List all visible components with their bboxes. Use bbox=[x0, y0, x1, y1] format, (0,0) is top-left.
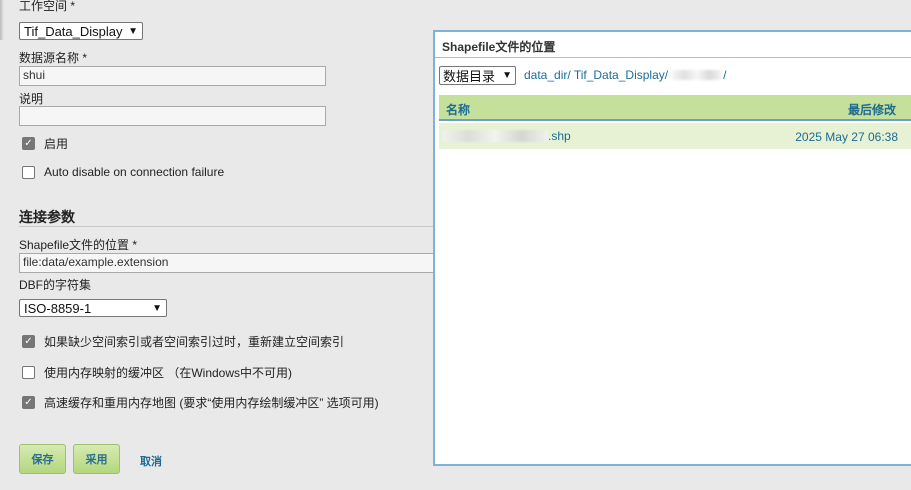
description-label: 说明 bbox=[19, 92, 44, 106]
dbf-charset-value: ISO-8859-1 bbox=[24, 300, 92, 316]
apply-button[interactable]: 采用 bbox=[73, 444, 120, 474]
redacted-file-name bbox=[442, 130, 548, 142]
auto-disable-label: Auto disable on connection failure bbox=[44, 165, 225, 179]
save-button[interactable]: 保存 bbox=[19, 444, 66, 474]
dialog-title: Shapefile文件的位置 bbox=[442, 40, 556, 54]
shapefile-location-input[interactable]: file:data/example.extension bbox=[19, 253, 440, 273]
rebuild-index-checkbox[interactable]: ✓ bbox=[22, 335, 35, 348]
cache-memory-maps-checkbox[interactable]: ✓ bbox=[22, 396, 35, 409]
section-divider bbox=[19, 226, 440, 227]
datasource-name-input[interactable]: shui bbox=[19, 66, 326, 86]
breadcrumb: data_dir/ Tif_Data_Display/ / bbox=[524, 68, 726, 82]
dbf-charset-label: DBF的字符集 bbox=[19, 278, 92, 292]
description-input[interactable] bbox=[19, 106, 326, 126]
rebuild-index-row: ✓ 如果缺少空间索引或者空间索引过时，重新建立空间索引 bbox=[22, 333, 344, 350]
file-modified-date: 2025 May 27 06:38 bbox=[795, 130, 898, 144]
root-directory-value: 数据目录 bbox=[443, 69, 496, 84]
shapefile-location-label: Shapefile文件的位置 * bbox=[19, 238, 138, 252]
enabled-label: 启用 bbox=[44, 137, 69, 151]
cancel-link[interactable]: 取消 bbox=[140, 453, 162, 469]
breadcrumb-trailing-separator: / bbox=[723, 68, 727, 82]
table-row[interactable]: .shp 2025 May 27 06:38 bbox=[439, 123, 911, 149]
datastore-form: 工作空间 * Tif_Data_Display ▼ 数据源名称 * shui 说… bbox=[0, 0, 440, 490]
enabled-checkbox[interactable]: ✓ bbox=[22, 137, 35, 150]
file-table-header: 名称 最后修改 bbox=[439, 95, 911, 121]
memory-mapped-checkbox[interactable] bbox=[22, 366, 35, 379]
file-name[interactable]: .shp bbox=[442, 129, 571, 143]
column-name-header[interactable]: 名称 bbox=[446, 101, 470, 118]
chevron-down-icon: ▼ bbox=[128, 25, 138, 37]
dbf-charset-select[interactable]: ISO-8859-1 ▼ bbox=[19, 299, 167, 317]
file-extension: .shp bbox=[548, 129, 571, 143]
connection-params-heading: 连接参数 bbox=[19, 209, 75, 225]
enabled-row: ✓ 启用 bbox=[22, 135, 68, 152]
cache-memory-maps-row: ✓ 高速缓存和重用内存地图 (要求“使用内存绘制缓冲区” 选项可用) bbox=[22, 394, 379, 411]
chevron-down-icon: ▼ bbox=[152, 302, 162, 314]
root-directory-select[interactable]: 数据目录 ▼ bbox=[439, 66, 516, 85]
datasource-name-label: 数据源名称 * bbox=[19, 51, 88, 65]
breadcrumb-path[interactable]: data_dir/ Tif_Data_Display/ bbox=[524, 68, 668, 82]
workspace-select-value: Tif_Data_Display bbox=[24, 23, 123, 39]
rebuild-index-label: 如果缺少空间索引或者空间索引过时，重新建立空间索引 bbox=[44, 335, 345, 349]
memory-mapped-row: 使用内存映射的缓冲区 （在Windows中不可用) bbox=[22, 364, 292, 381]
cache-memory-maps-label: 高速缓存和重用内存地图 (要求“使用内存绘制缓冲区” 选项可用) bbox=[44, 396, 379, 410]
dialog-title-divider bbox=[435, 57, 911, 58]
chevron-down-icon: ▼ bbox=[502, 70, 512, 81]
column-modified-header[interactable]: 最后修改 bbox=[848, 101, 896, 118]
workspace-select[interactable]: Tif_Data_Display ▼ bbox=[19, 22, 143, 40]
workspace-label: 工作空间 * bbox=[19, 0, 76, 13]
auto-disable-checkbox[interactable] bbox=[22, 165, 35, 179]
file-chooser-dialog: Shapefile文件的位置 数据目录 ▼ data_dir/ Tif_Data… bbox=[433, 30, 911, 466]
memory-mapped-label: 使用内存映射的缓冲区 （在Windows中不可用) bbox=[44, 366, 293, 380]
redacted-folder-name bbox=[672, 70, 723, 80]
auto-disable-row: Auto disable on connection failure bbox=[22, 165, 224, 179]
